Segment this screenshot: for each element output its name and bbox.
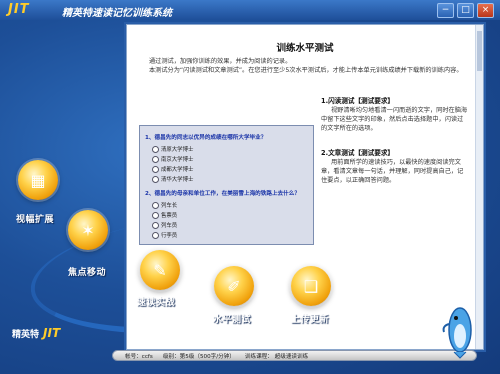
quiz-question-1: 1、德昌先的同志以优异的成绩在哪所大学毕业？ [145, 135, 267, 141]
quiz-option[interactable]: 清原大学博士 [152, 145, 193, 153]
option-label: 列车长 [161, 203, 178, 209]
option-label: 清原大学博士 [161, 147, 194, 153]
focus-arrows-icon: ✶ [81, 220, 95, 240]
quiz-option[interactable]: 售票员 [152, 211, 177, 219]
bottom-logo: 精英特 JIT [12, 326, 60, 340]
view-expand-button[interactable]: ▦ [18, 160, 58, 200]
nav-focus-move[interactable]: ✶ [68, 210, 108, 250]
test-pen-icon: ✐ [227, 276, 241, 296]
nav-label-speed-reading[interactable]: 速读实战 [137, 295, 175, 308]
dolphin-mascot-icon [442, 307, 472, 359]
quiz-option[interactable]: 南京大学博士 [152, 155, 193, 163]
sample-quiz: 1、德昌先的同志以优异的成绩在哪所大学毕业？ 清原大学博士 南京大学博士 成都大… [139, 125, 314, 245]
nav-label-view-expand[interactable]: 视幅扩展 [16, 212, 54, 225]
quiz-option[interactable]: 列车长 [152, 201, 177, 209]
flash-test-heading: 1.闪读测试【测试要求】 [321, 97, 395, 105]
article-test-section: 2.文章测试【测试要求】 用前面所学的速读技巧，以最快的速度阅读完文章，看清文章… [321, 149, 469, 185]
quiz-option[interactable]: 清华大学博士 [152, 175, 193, 183]
title-bar: JIT 精英特速读记忆训练系统 − □ × [0, 0, 500, 20]
status-account: 帐号：ccfs [125, 353, 153, 360]
status-course: 训练课程： 超级速读训练 [244, 353, 309, 360]
radio-icon[interactable] [152, 145, 159, 153]
option-label: 列车员 [161, 223, 178, 229]
open-book-icon: ✎ [153, 260, 167, 280]
radio-icon[interactable] [152, 165, 159, 173]
nav-label-focus-move[interactable]: 焦点移动 [68, 265, 106, 278]
option-label: 行李员 [161, 233, 178, 239]
brand-logo-en: JIT [43, 326, 61, 340]
article-test-heading: 2.文章测试【测试要求】 [321, 149, 395, 157]
intro-text: 通过测试，加强你训练的效果，并成为阅读的记录。 本测试分为“闪读测试和文章测试”… [137, 57, 467, 75]
film-frame-icon: ▦ [30, 170, 46, 190]
option-label: 南京大学博士 [161, 157, 194, 163]
nav-label-level-test[interactable]: 水平测试 [213, 312, 251, 325]
close-button[interactable]: × [477, 3, 494, 18]
minimize-button[interactable]: − [437, 3, 454, 18]
focus-move-button[interactable]: ✶ [68, 210, 108, 250]
quiz-option[interactable]: 成都大学博士 [152, 165, 193, 173]
nav-speed-reading[interactable]: ✎ [140, 250, 180, 290]
quiz-option[interactable]: 行李员 [152, 231, 177, 239]
window-controls: − □ × [437, 3, 494, 18]
level-test-button[interactable]: ✐ [214, 266, 254, 306]
status-bar: 帐号：ccfs 级别：第5级（500字/分钟） 训练课程： 超级速读训练 [112, 350, 477, 361]
radio-icon[interactable] [152, 221, 159, 229]
article-test-desc: 用前面所学的速读技巧，以最快的速度阅读完文章，看清文章每一句话，并理解，同时提高… [321, 159, 464, 184]
brand-name-cn: 精英特 [12, 330, 40, 340]
flash-test-desc: 视野清晰均匀地看清一闪而逝的文字，同时在脑海中留下这些文字的印象，然后点击选择题… [321, 107, 468, 132]
radio-icon[interactable] [152, 175, 159, 183]
nav-label-upload-update[interactable]: 上传更新 [291, 312, 329, 325]
radio-icon[interactable] [152, 231, 159, 239]
radio-icon[interactable] [152, 155, 159, 163]
quiz-option[interactable]: 列车员 [152, 221, 177, 229]
radio-icon[interactable] [152, 201, 159, 209]
app-title: 精英特速读记忆训练系统 [62, 8, 172, 19]
option-label: 成都大学博士 [161, 167, 194, 173]
intro-line-2: 本测试分为“闪读测试和文章测试”。在您进行至少5次水平测试后，才能上传本单元训练… [149, 67, 463, 74]
app-logo: JIT [8, 2, 30, 17]
nav-upload-update[interactable]: ❑ [291, 266, 331, 306]
quiz-question-2: 2、德昌先的母亲和单位工作，在美丽雪上海的铁路上去什么？ [145, 191, 300, 197]
nav-level-test[interactable]: ✐ [214, 266, 254, 306]
flash-test-section: 1.闪读测试【测试要求】 视野清晰均匀地看清一闪而逝的文字，同时在脑海中留下这些… [321, 97, 469, 133]
option-label: 售票员 [161, 213, 178, 219]
nav-view-expand[interactable]: ▦ [18, 160, 58, 200]
upload-book-icon: ❑ [303, 276, 319, 296]
status-level: 级别：第5级（500字/分钟） [162, 353, 235, 360]
radio-icon[interactable] [152, 211, 159, 219]
app-window: JIT 精英特速读记忆训练系统 − □ × 训练水平测试 通过测试，加强你训练的… [0, 0, 500, 374]
panel-title: 训练水平测试 [276, 43, 334, 54]
option-label: 清华大学博士 [161, 177, 194, 183]
maximize-button[interactable]: □ [457, 3, 474, 18]
speed-reading-button[interactable]: ✎ [140, 250, 180, 290]
upload-update-button[interactable]: ❑ [291, 266, 331, 306]
intro-line-1: 通过测试，加强你训练的效果，并成为阅读的记录。 [149, 58, 292, 65]
